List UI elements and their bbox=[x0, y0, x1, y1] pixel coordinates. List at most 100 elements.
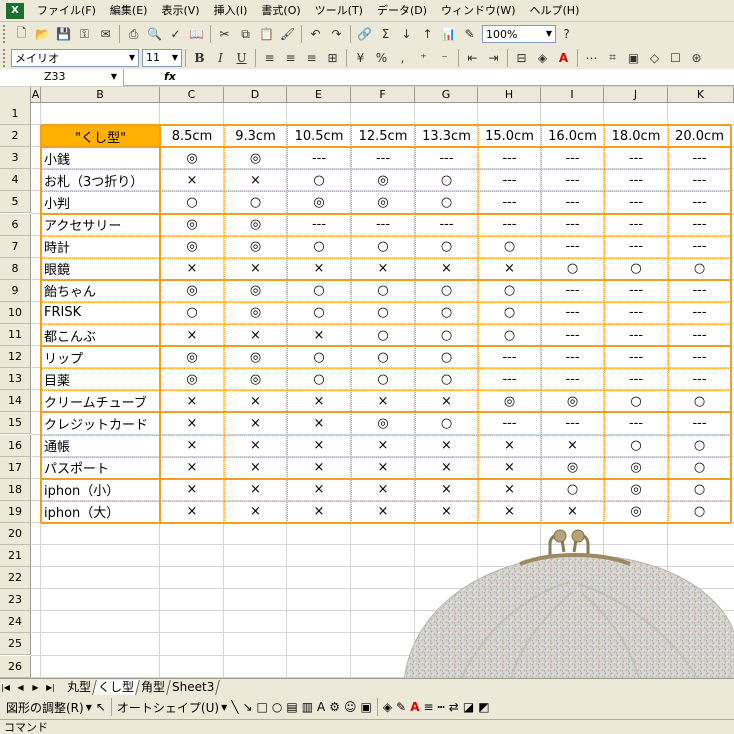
open-icon[interactable]: 📂 bbox=[32, 24, 53, 44]
fit-rating-cell[interactable]: × bbox=[224, 479, 287, 501]
fit-rating-cell[interactable]: ○ bbox=[541, 258, 604, 280]
fit-rating-cell[interactable]: --- bbox=[604, 191, 668, 213]
arrow-icon[interactable]: ↘ bbox=[240, 697, 254, 717]
size-header-cell[interactable]: 16.0cm bbox=[541, 125, 604, 147]
fit-rating-cell[interactable]: × bbox=[415, 390, 478, 412]
fit-rating-cell[interactable]: --- bbox=[478, 214, 541, 236]
fit-rating-cell[interactable]: × bbox=[224, 501, 287, 523]
fit-rating-cell[interactable]: ○ bbox=[604, 258, 668, 280]
row-header[interactable]: 4 bbox=[0, 169, 31, 192]
column-header[interactable]: F bbox=[351, 87, 415, 103]
row-header[interactable]: 24 bbox=[0, 611, 31, 634]
fit-rating-cell[interactable]: --- bbox=[541, 280, 604, 302]
fit-rating-cell[interactable]: × bbox=[160, 435, 224, 457]
oval-icon[interactable]: ○ bbox=[270, 697, 284, 717]
fit-rating-cell[interactable]: ○ bbox=[287, 346, 351, 368]
column-header[interactable]: C bbox=[160, 87, 224, 103]
first-sheet-icon[interactable]: |◀ bbox=[0, 683, 11, 692]
fit-rating-cell[interactable]: --- bbox=[604, 147, 668, 169]
purse-image[interactable] bbox=[400, 522, 734, 678]
fit-rating-cell[interactable]: × bbox=[541, 435, 604, 457]
fit-rating-cell[interactable]: ◎ bbox=[287, 191, 351, 213]
fit-rating-cell[interactable]: --- bbox=[541, 236, 604, 258]
fit-rating-cell[interactable]: ◎ bbox=[351, 191, 415, 213]
column-header[interactable]: E bbox=[287, 87, 351, 103]
size-header-cell[interactable]: 20.0cm bbox=[668, 125, 731, 147]
spelling-icon[interactable]: ✓ bbox=[165, 24, 186, 44]
rectangle-icon[interactable]: □ bbox=[255, 697, 270, 717]
column-header[interactable]: B bbox=[41, 87, 160, 103]
size-header-cell[interactable]: 10.5cm bbox=[287, 125, 351, 147]
row-header[interactable]: 14 bbox=[0, 390, 31, 413]
fit-rating-cell[interactable]: × bbox=[287, 258, 351, 280]
fit-rating-cell[interactable]: ○ bbox=[415, 302, 478, 324]
merge-center-icon[interactable]: ⊞ bbox=[322, 48, 343, 68]
fit-rating-cell[interactable]: ○ bbox=[351, 302, 415, 324]
item-label-cell[interactable]: 時計 bbox=[41, 236, 160, 258]
row-header[interactable]: 3 bbox=[0, 147, 31, 170]
fit-rating-cell[interactable]: --- bbox=[287, 214, 351, 236]
wordart-icon[interactable]: ⊛ bbox=[686, 48, 707, 68]
toolbar-options-icon[interactable]: ⋯ bbox=[581, 48, 602, 68]
fit-rating-cell[interactable]: × bbox=[287, 435, 351, 457]
fit-rating-cell[interactable]: × bbox=[160, 390, 224, 412]
sort-desc-icon[interactable]: ↑ bbox=[417, 24, 438, 44]
fit-rating-cell[interactable]: --- bbox=[604, 346, 668, 368]
print-icon[interactable]: ⎙ bbox=[123, 24, 144, 44]
menu-item[interactable]: 書式(O) bbox=[254, 0, 307, 22]
row-header[interactable]: 15 bbox=[0, 412, 31, 435]
fit-rating-cell[interactable]: --- bbox=[668, 280, 731, 302]
select-all-corner[interactable] bbox=[0, 87, 31, 103]
excel-app-icon[interactable]: X bbox=[6, 2, 24, 19]
row-header[interactable]: 12 bbox=[0, 346, 31, 369]
email-icon[interactable]: ✉ bbox=[95, 24, 116, 44]
fit-rating-cell[interactable]: ◎ bbox=[224, 346, 287, 368]
font-size-select[interactable]: 11 ▼ bbox=[142, 48, 182, 67]
menu-item[interactable]: ヘルプ(H) bbox=[523, 0, 587, 22]
fit-rating-cell[interactable]: --- bbox=[478, 346, 541, 368]
fill-color-icon[interactable]: ◈ bbox=[381, 697, 394, 717]
fit-rating-cell[interactable]: --- bbox=[415, 214, 478, 236]
fill-color-icon[interactable]: ◈ bbox=[532, 48, 553, 68]
fit-rating-cell[interactable]: × bbox=[160, 324, 224, 346]
fit-rating-cell[interactable]: --- bbox=[668, 412, 731, 434]
fit-rating-cell[interactable]: × bbox=[415, 479, 478, 501]
fit-rating-cell[interactable]: ○ bbox=[351, 346, 415, 368]
fit-rating-cell[interactable]: ◎ bbox=[160, 368, 224, 390]
fit-rating-cell[interactable]: ◎ bbox=[224, 302, 287, 324]
fit-rating-cell[interactable]: --- bbox=[668, 236, 731, 258]
fit-rating-cell[interactable]: × bbox=[160, 258, 224, 280]
fit-rating-cell[interactable]: --- bbox=[604, 324, 668, 346]
row-header[interactable]: 16 bbox=[0, 434, 31, 457]
row-header[interactable]: 20 bbox=[0, 522, 31, 545]
textbox-icon[interactable]: ▤ bbox=[284, 697, 299, 717]
fit-rating-cell[interactable]: --- bbox=[351, 214, 415, 236]
size-header-cell[interactable]: 9.3cm bbox=[224, 125, 287, 147]
fit-rating-cell[interactable]: ○ bbox=[160, 191, 224, 213]
fit-rating-cell[interactable]: × bbox=[287, 457, 351, 479]
fit-rating-cell[interactable]: --- bbox=[415, 147, 478, 169]
tab-sheet[interactable]: 丸型 bbox=[62, 679, 97, 695]
fit-rating-cell[interactable]: ◎ bbox=[541, 390, 604, 412]
drawing-toggle-icon[interactable]: ✎ bbox=[459, 24, 480, 44]
fit-rating-cell[interactable]: --- bbox=[478, 191, 541, 213]
column-header[interactable]: I bbox=[541, 87, 604, 103]
row-header[interactable]: 6 bbox=[0, 213, 31, 236]
item-label-cell[interactable]: クリームチューブ bbox=[41, 390, 160, 412]
column-header[interactable]: A bbox=[31, 87, 41, 103]
row-header[interactable]: 2 bbox=[0, 125, 31, 148]
item-label-cell[interactable]: iphon（小） bbox=[41, 479, 160, 501]
last-sheet-icon[interactable]: ▶| bbox=[45, 683, 56, 692]
autoshape-menu[interactable]: オートシェイプ(U) ▼ bbox=[115, 697, 229, 717]
fit-rating-cell[interactable]: ○ bbox=[415, 412, 478, 434]
shapes-icon[interactable]: ◇ bbox=[644, 48, 665, 68]
font-color-icon[interactable]: A bbox=[553, 48, 574, 68]
fit-rating-cell[interactable]: --- bbox=[668, 368, 731, 390]
fit-rating-cell[interactable]: ◎ bbox=[160, 147, 224, 169]
fit-rating-cell[interactable]: × bbox=[478, 501, 541, 523]
font-color-icon[interactable]: A bbox=[408, 697, 421, 717]
clipart-icon[interactable]: ☺ bbox=[342, 697, 359, 717]
fit-rating-cell[interactable]: ◎ bbox=[351, 412, 415, 434]
fit-rating-cell[interactable]: × bbox=[287, 479, 351, 501]
row-header[interactable]: 18 bbox=[0, 478, 31, 501]
